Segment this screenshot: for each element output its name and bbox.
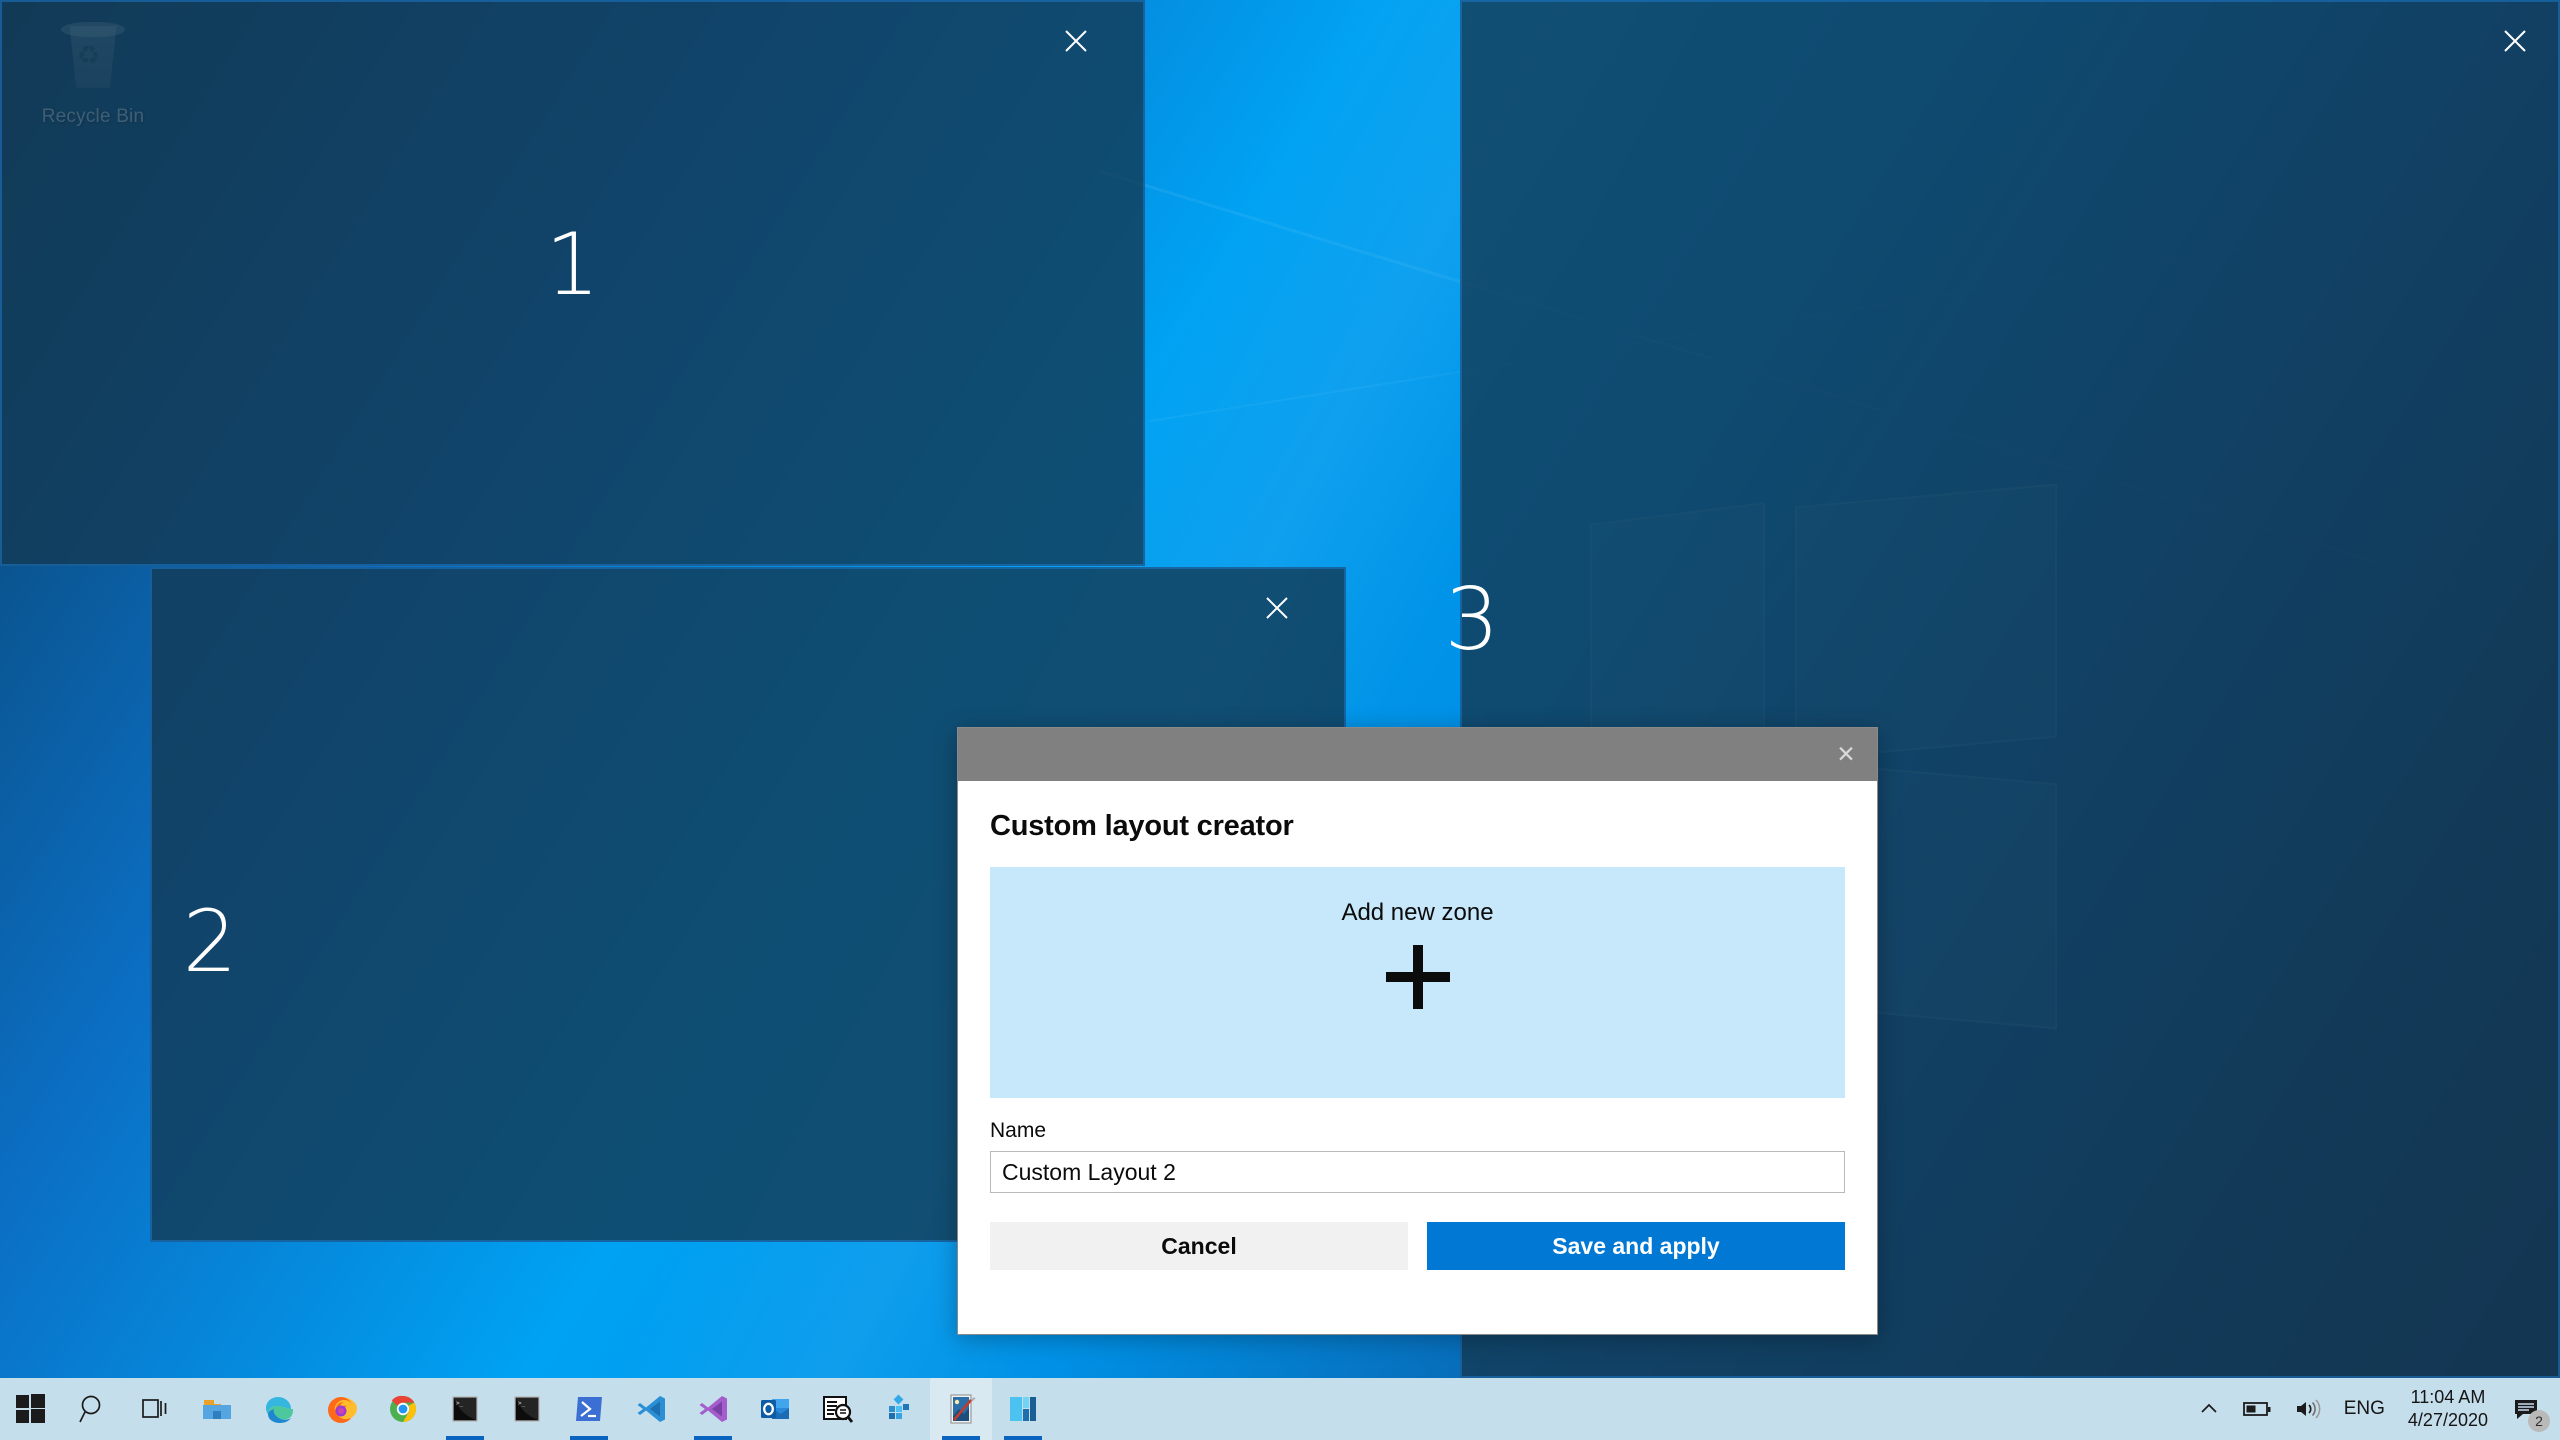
terminal-icon: >_ xyxy=(510,1392,544,1426)
visual-studio-icon xyxy=(696,1392,730,1426)
start-button[interactable] xyxy=(0,1378,62,1440)
battery-icon xyxy=(2242,1398,2272,1420)
visual-studio-code-button[interactable] xyxy=(620,1378,682,1440)
language-indicator[interactable]: ENG xyxy=(2333,1378,2396,1440)
fancyzones-icon xyxy=(1006,1392,1040,1426)
google-chrome-button[interactable] xyxy=(372,1378,434,1440)
system-tray: ENG 11:04 AM 4/27/2020 2 xyxy=(2187,1378,2560,1440)
dialog-close-button[interactable]: ✕ xyxy=(1823,728,1869,781)
volume-icon xyxy=(2294,1398,2322,1420)
command-prompt-1-button[interactable]: >_ xyxy=(434,1378,496,1440)
folder-icon xyxy=(200,1392,234,1426)
svg-text:>_: >_ xyxy=(456,1400,464,1407)
clock-time: 11:04 AM xyxy=(2411,1386,2486,1409)
add-new-zone-label: Add new zone xyxy=(1341,899,1493,927)
clock[interactable]: 11:04 AM 4/27/2020 xyxy=(2396,1378,2500,1440)
notification-count-badge: 2 xyxy=(2528,1410,2550,1432)
action-center-button[interactable]: 2 xyxy=(2500,1378,2554,1440)
vscode-icon xyxy=(634,1392,668,1426)
powershell-button[interactable] xyxy=(558,1378,620,1440)
zone-number: 3 xyxy=(922,577,2022,663)
terminal-icon: >_ xyxy=(448,1392,482,1426)
firefox-button[interactable] xyxy=(310,1378,372,1440)
zone-number: 1 xyxy=(2,222,1143,308)
file-explorer-button[interactable] xyxy=(186,1378,248,1440)
clock-date: 4/27/2020 xyxy=(2408,1409,2488,1432)
powershell-icon xyxy=(572,1392,606,1426)
battery-button[interactable] xyxy=(2231,1378,2283,1440)
custom-layout-creator-dialog: ✕ Custom layout creator Add new zone Nam… xyxy=(957,727,1878,1335)
layout-name-input[interactable] xyxy=(990,1151,1845,1193)
command-prompt-2-button[interactable]: >_ xyxy=(496,1378,558,1440)
chevron-up-icon xyxy=(2198,1398,2220,1420)
paint-icon xyxy=(944,1392,978,1426)
zone-close-button[interactable] xyxy=(1053,18,1099,64)
document-search-app-button[interactable] xyxy=(806,1378,868,1440)
zone-number: 2 xyxy=(0,899,808,985)
taskbar: >_ >_ xyxy=(0,1378,2560,1440)
svg-text:>_: >_ xyxy=(518,1400,526,1407)
blocks-app-button[interactable] xyxy=(868,1378,930,1440)
add-new-zone-area[interactable]: Add new zone xyxy=(990,867,1845,1098)
cancel-button[interactable]: Cancel xyxy=(990,1222,1408,1270)
task-view-button[interactable] xyxy=(124,1378,186,1440)
chrome-icon xyxy=(386,1392,420,1426)
paint-button[interactable] xyxy=(930,1378,992,1440)
volume-button[interactable] xyxy=(2283,1378,2333,1440)
plus-icon[interactable] xyxy=(1386,945,1450,1009)
firefox-icon xyxy=(324,1392,358,1426)
dialog-titlebar[interactable]: ✕ xyxy=(958,728,1877,781)
dialog-actions: Cancel Save and apply xyxy=(990,1222,1845,1270)
fancyzones-button[interactable] xyxy=(992,1378,1054,1440)
close-icon xyxy=(1061,26,1091,56)
visual-studio-button[interactable] xyxy=(682,1378,744,1440)
dialog-title: Custom layout creator xyxy=(990,810,1845,843)
document-search-icon xyxy=(820,1392,854,1426)
blocks-icon xyxy=(882,1392,916,1426)
dialog-body: Custom layout creator Add new zone Name … xyxy=(958,781,1877,1334)
windows-logo-icon xyxy=(16,1394,46,1424)
microsoft-edge-button[interactable] xyxy=(248,1378,310,1440)
edge-icon xyxy=(262,1392,296,1426)
close-icon xyxy=(2500,26,2530,56)
task-view-icon xyxy=(138,1392,172,1426)
zone-close-button[interactable] xyxy=(2492,18,2538,64)
outlook-button[interactable] xyxy=(744,1378,806,1440)
save-and-apply-button[interactable]: Save and apply xyxy=(1427,1222,1845,1270)
name-field-label: Name xyxy=(990,1119,1845,1143)
layout-zone-1[interactable]: 1 xyxy=(0,0,1145,566)
search-button[interactable] xyxy=(62,1378,124,1440)
show-hidden-icons-button[interactable] xyxy=(2187,1378,2231,1440)
search-icon xyxy=(76,1392,110,1426)
outlook-icon xyxy=(758,1392,792,1426)
